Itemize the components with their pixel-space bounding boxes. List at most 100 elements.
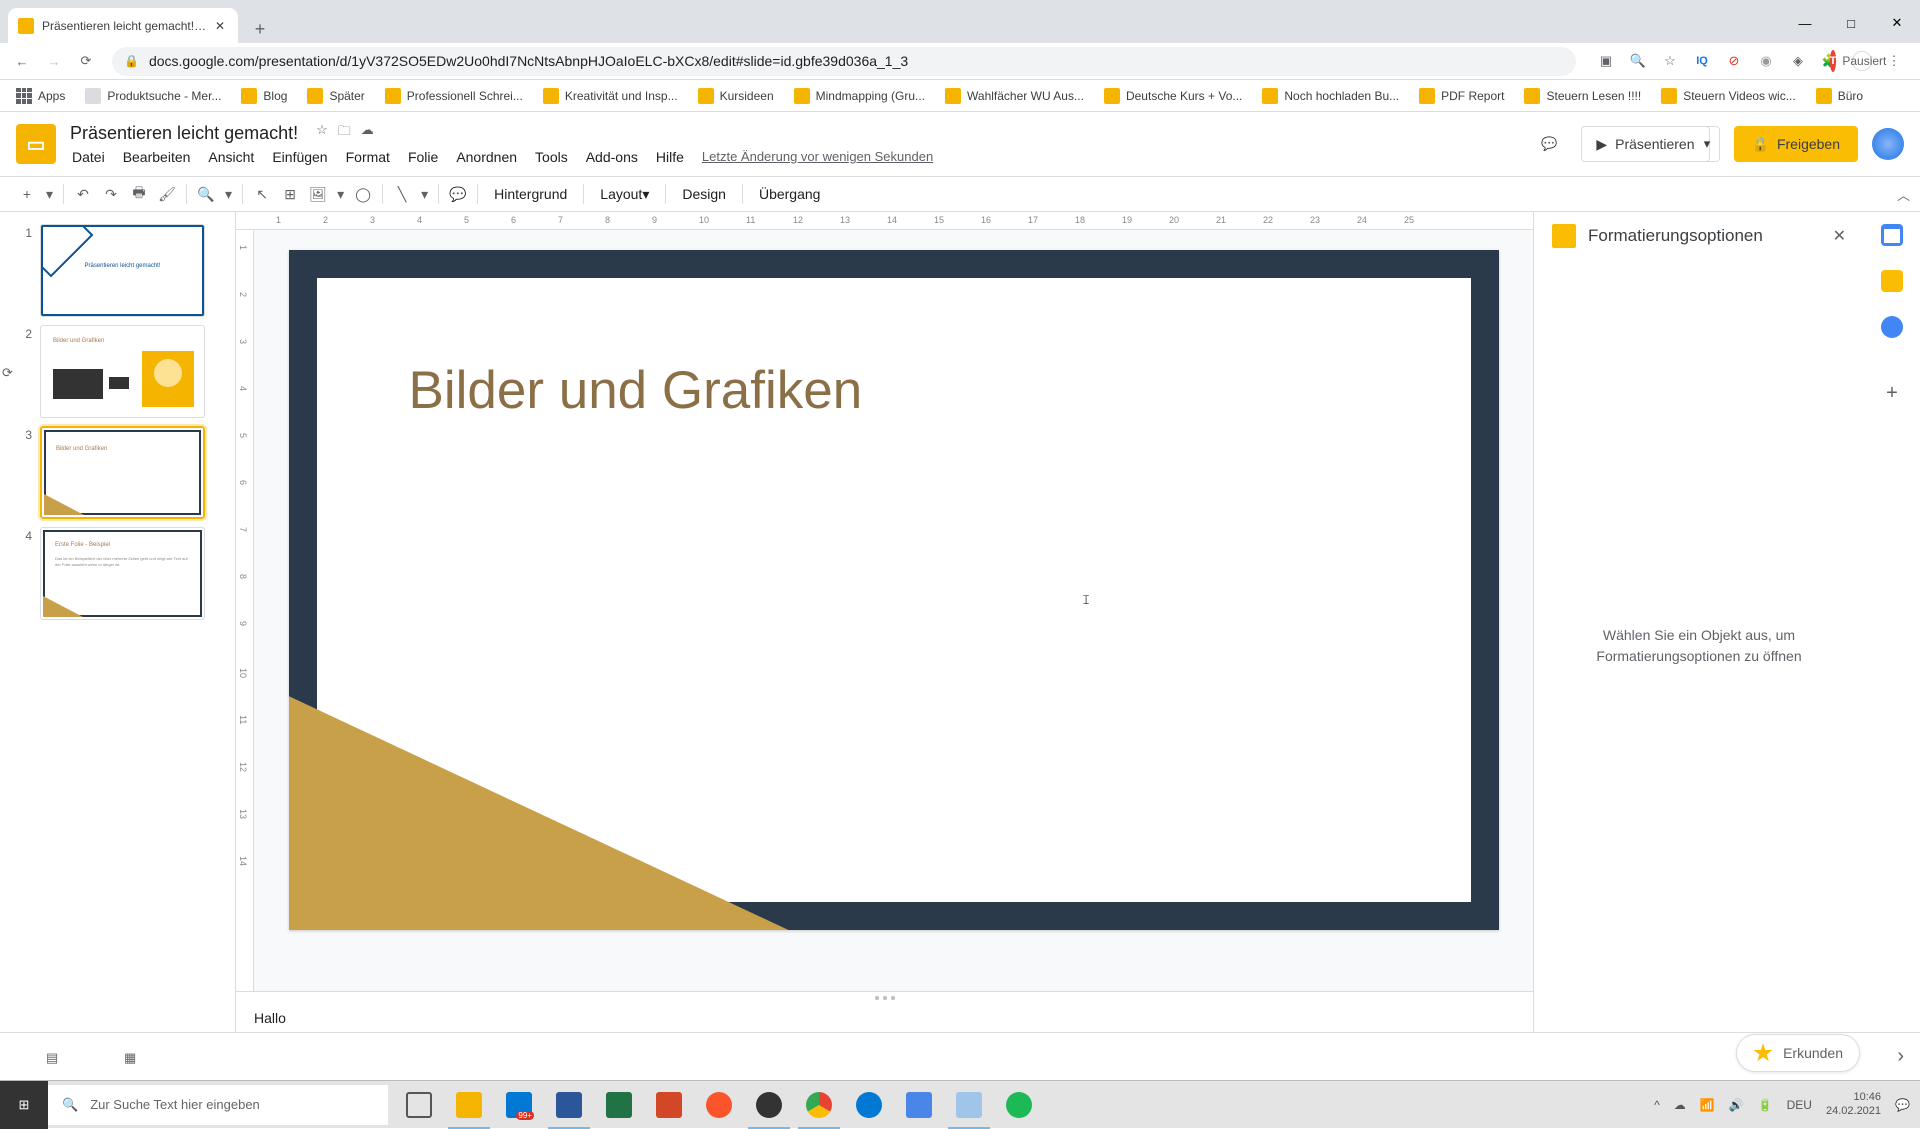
taskbar-app-spotify[interactable] — [994, 1081, 1044, 1129]
zoom-dropdown[interactable]: ▾ — [221, 181, 236, 207]
menu-format[interactable]: Format — [338, 146, 398, 168]
notes-resize-handle[interactable] — [236, 992, 1533, 1004]
undo-button[interactable]: ↶ — [70, 181, 96, 207]
bookmark-item[interactable]: Professionell Schrei... — [377, 84, 531, 108]
filmstrip-view-icon[interactable]: ▤ — [46, 1050, 64, 1064]
menu-view[interactable]: Ansicht — [200, 146, 262, 168]
canvas-scroll[interactable]: Bilder und Grafiken 𝙸 — [254, 230, 1533, 991]
line-tool[interactable]: ╲ — [389, 181, 415, 207]
slide-thumbnail-1[interactable]: 1 Präsentieren leicht gemacht! — [0, 220, 235, 321]
transition-button[interactable]: Übergang — [749, 181, 831, 207]
bookmark-item[interactable]: Wahlfächer WU Aus... — [937, 84, 1092, 108]
camera-icon[interactable]: ▣ — [1596, 51, 1616, 71]
slide-thumbnail-3[interactable]: 3 Bilder und Grafiken — [0, 422, 235, 523]
comment-tool[interactable]: 💬 — [445, 181, 471, 207]
slide-title-text[interactable]: Bilder und Grafiken — [409, 360, 863, 421]
calendar-addon-icon[interactable] — [1881, 224, 1903, 246]
collapse-toolbar-icon[interactable]: ︿ — [1897, 185, 1910, 204]
bookmark-item[interactable]: Büro — [1808, 84, 1871, 108]
menu-edit[interactable]: Bearbeiten — [115, 146, 199, 168]
bookmark-item[interactable]: Noch hochladen Bu... — [1254, 84, 1407, 108]
menu-help[interactable]: Hilfe — [648, 146, 692, 168]
notification-icon[interactable]: 💬 — [1895, 1098, 1910, 1112]
account-avatar[interactable] — [1872, 128, 1904, 160]
menu-slide[interactable]: Folie — [400, 146, 446, 168]
minimize-button[interactable]: — — [1782, 3, 1828, 43]
star-document-icon[interactable]: ☆ — [316, 122, 328, 144]
document-title[interactable]: Präsentieren leicht gemacht! — [64, 121, 304, 146]
url-field[interactable]: 🔒 docs.google.com/presentation/d/1yV372S… — [112, 47, 1576, 76]
bookmark-item[interactable]: Später — [299, 84, 372, 108]
taskbar-app-notepad2[interactable] — [894, 1081, 944, 1129]
reload-button[interactable]: ⟳ — [72, 47, 100, 75]
iq-icon[interactable]: IQ — [1692, 51, 1712, 71]
grid-view-icon[interactable]: ▦ — [124, 1050, 142, 1064]
slide-thumbnail-2[interactable]: ⟳ 2 Bilder und Grafiken — [0, 321, 235, 422]
taskbar-app-store[interactable]: 99+ — [494, 1081, 544, 1129]
taskbar-app-brave[interactable] — [694, 1081, 744, 1129]
share-button[interactable]: 🔒 Freigeben — [1734, 126, 1858, 162]
bookmark-item[interactable]: PDF Report — [1411, 84, 1512, 108]
taskbar-app-chrome[interactable] — [794, 1081, 844, 1129]
close-format-panel-icon[interactable]: ✕ — [1833, 226, 1846, 246]
new-tab-button[interactable]: + — [246, 15, 274, 43]
textbox-tool[interactable]: ⊞ — [277, 181, 303, 207]
slide-canvas[interactable]: Bilder und Grafiken 𝙸 — [289, 250, 1499, 930]
blocked-popup-icon[interactable]: ⊘ — [1724, 51, 1744, 71]
star-icon[interactable]: ☆ — [1660, 51, 1680, 71]
image-tool[interactable]: 🖼 — [305, 181, 331, 207]
new-slide-button[interactable]: + — [14, 181, 40, 207]
bookmark-item[interactable]: Kreativität und Insp... — [535, 84, 686, 108]
menu-tools[interactable]: Tools — [527, 146, 576, 168]
last-edit-link[interactable]: Letzte Änderung vor wenigen Sekunden — [694, 146, 941, 167]
back-button[interactable]: ← — [8, 47, 36, 75]
apps-button[interactable]: Apps — [8, 84, 73, 108]
vertical-ruler[interactable]: 1234567891011121314 — [236, 230, 254, 991]
paint-format-button[interactable]: 🖌 — [154, 181, 180, 207]
taskbar-app-obs[interactable] — [744, 1081, 794, 1129]
bookmark-item[interactable]: Steuern Videos wic... — [1653, 84, 1804, 108]
design-button[interactable]: Design — [672, 181, 736, 207]
taskbar-app-edge[interactable] — [844, 1081, 894, 1129]
browser-tab[interactable]: Präsentieren leicht gemacht! - G ✕ — [8, 8, 238, 43]
new-slide-dropdown[interactable]: ▾ — [42, 181, 57, 207]
bookmark-item[interactable]: Steuern Lesen !!!! — [1516, 84, 1649, 108]
close-tab-icon[interactable]: ✕ — [215, 19, 228, 32]
taskbar-app-powerpoint[interactable] — [644, 1081, 694, 1129]
present-button[interactable]: ▶ Präsentieren — [1581, 126, 1709, 162]
horizontal-ruler[interactable]: 1234567891011121314151617181920212223242… — [236, 212, 1533, 230]
print-button[interactable]: 🖶 — [126, 181, 152, 207]
battery-icon[interactable]: 🔋 — [1758, 1098, 1773, 1112]
move-document-icon[interactable]: 🗀 — [338, 122, 351, 144]
menu-file[interactable]: Datei — [64, 146, 113, 168]
select-tool[interactable]: ↖ — [249, 181, 275, 207]
menu-addons[interactable]: Add-ons — [578, 146, 646, 168]
wifi-icon[interactable]: 📶 — [1700, 1098, 1715, 1112]
onedrive-icon[interactable]: ☁ — [1674, 1098, 1686, 1112]
taskbar-app-word[interactable] — [544, 1081, 594, 1129]
zoom-button[interactable]: 🔍 — [193, 181, 219, 207]
tasks-addon-icon[interactable] — [1881, 316, 1903, 338]
extension-icon-2[interactable]: ◈ — [1788, 51, 1808, 71]
notes-text[interactable]: Hallo — [236, 1004, 1533, 1032]
comments-button[interactable]: 💬 — [1531, 126, 1567, 162]
bookmark-item[interactable]: Blog — [233, 84, 295, 108]
chrome-menu-button[interactable]: ⋮ — [1884, 51, 1904, 71]
bookmark-item[interactable]: Deutsche Kurs + Vo... — [1096, 84, 1250, 108]
taskbar-search[interactable]: 🔍 Zur Suche Text hier eingeben — [48, 1085, 388, 1125]
bookmark-item[interactable]: Mindmapping (Gru... — [786, 84, 933, 108]
clock[interactable]: 10:46 24.02.2021 — [1826, 1091, 1881, 1117]
layout-button[interactable]: Layout ▾ — [590, 181, 659, 207]
shape-tool[interactable]: ◯ — [350, 181, 376, 207]
taskbar-app-explorer[interactable] — [444, 1081, 494, 1129]
cloud-status-icon[interactable]: ☁ — [361, 122, 374, 144]
background-button[interactable]: Hintergrund — [484, 181, 577, 207]
bookmark-item[interactable]: Kursideen — [690, 84, 782, 108]
menu-arrange[interactable]: Anordnen — [448, 146, 525, 168]
taskbar-app-excel[interactable] — [594, 1081, 644, 1129]
start-button[interactable]: ⊞ — [0, 1081, 48, 1129]
side-panel-toggle-icon[interactable]: › — [1897, 1045, 1904, 1068]
volume-icon[interactable]: 🔊 — [1729, 1098, 1744, 1112]
extension-icon-1[interactable]: ◉ — [1756, 51, 1776, 71]
line-dropdown[interactable]: ▾ — [417, 181, 432, 207]
